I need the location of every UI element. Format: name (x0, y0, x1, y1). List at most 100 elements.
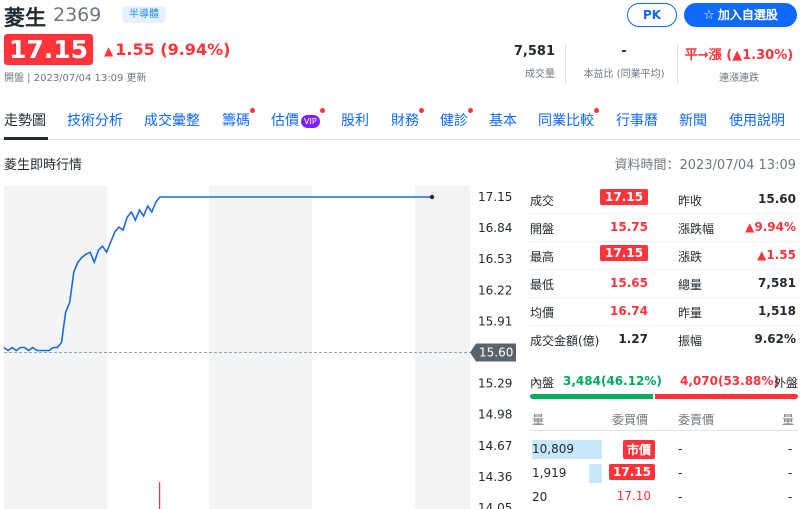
quote-row: 開盤 15.75 漲跌幅 ▲9.94% (530, 214, 800, 241)
stat-volume-label: 成交量 (525, 69, 555, 80)
quote-value: 7,581 (758, 276, 796, 290)
ask-volume: - (788, 466, 793, 480)
tab-help[interactable]: 使用說明 (729, 110, 785, 130)
price-change: ▲ 1.55 (9.94%) (104, 40, 230, 59)
tab-valuation[interactable]: 估價 VIP (271, 108, 325, 130)
y-tick-label: 16.84 (478, 221, 512, 235)
tab-label: 新聞 (679, 113, 707, 129)
tab-financials[interactable]: 財務 (391, 108, 424, 130)
ask-price: - (678, 442, 683, 456)
quote-row: 最高 17.15 漲跌 ▲1.55 (530, 242, 800, 269)
new-dot (594, 108, 599, 113)
orderbook-header-bid-price: 委買價 (612, 413, 649, 427)
divider (565, 44, 566, 84)
divider (677, 44, 678, 84)
quote-label: 開盤 (530, 222, 555, 236)
tab-label: 走勢圖 (4, 113, 46, 129)
quote-label: 總量 (678, 278, 703, 292)
orderbook-row: 20 17.10 - - (530, 486, 800, 509)
stat-streak: 平→漲 (▲1.30%) 連漲連跌 (682, 44, 796, 84)
quote-label: 振幅 (678, 334, 703, 348)
quote-label: 成交金額(億) (530, 334, 600, 348)
tab-label: 估價 (271, 113, 299, 129)
tab-label: 使用說明 (729, 113, 785, 129)
tab-label: 技術分析 (67, 113, 123, 129)
quote-row: 最低 15.65 總量 7,581 (530, 270, 800, 297)
orderbook-header-ask-price: 委賣價 (678, 413, 715, 427)
outer-label: 外盤 (773, 376, 798, 390)
stock-code: 2369 (53, 4, 102, 26)
add-watchlist-button[interactable]: ☆ 加入自選股 (684, 3, 797, 27)
sector-badge[interactable]: 半導體 (122, 6, 166, 23)
tab-label: 籌碼 (222, 113, 250, 129)
y-tick-label: 15.91 (478, 314, 512, 328)
bid-volume: 10,809 (532, 442, 574, 456)
quote-value: 15.75 (610, 220, 648, 234)
quote-value: ▲1.55 (757, 248, 796, 262)
tab-label: 同業比較 (538, 113, 594, 129)
tab-news[interactable]: 新聞 (679, 110, 707, 130)
new-dot (419, 108, 424, 113)
y-tick-label: 16.53 (478, 252, 512, 266)
tab-label: 行事曆 (616, 113, 658, 129)
current-price: 17.15 (4, 34, 93, 65)
y-tick-label: 14.36 (478, 470, 512, 484)
section-title: 菱生即時行情 (4, 158, 83, 173)
tab-basic[interactable]: 基本 (489, 110, 517, 130)
orderbook-header-bid-vol: 量 (532, 413, 545, 427)
quote-label: 昨收 (678, 194, 703, 208)
orderbook-header-ask-vol: 量 (782, 413, 795, 427)
tab-label: 財務 (391, 113, 419, 129)
inner-volume-bar (530, 394, 653, 399)
quote-label: 均價 (530, 306, 555, 320)
tab-label: 成交彙整 (144, 113, 200, 129)
y-tick-label: 15.60 (479, 346, 513, 360)
bid-price: 17.15 (609, 464, 655, 480)
bid-volume: 1,919 (532, 466, 567, 480)
ask-price: - (678, 466, 683, 480)
bid-volume: 20 (532, 490, 548, 504)
y-tick-label: 14.67 (478, 439, 512, 453)
stat-volume-value: 7,581 (513, 44, 555, 59)
orderbook-row: 1,919 17.15 - - (530, 462, 800, 486)
last-price-dot (429, 194, 435, 200)
inner-label: 內盤 (530, 376, 555, 390)
tab-trade-summary[interactable]: 成交彙整 (144, 110, 200, 130)
tab-peer-compare[interactable]: 同業比較 (538, 108, 599, 130)
tab-label: 健診 (440, 113, 468, 129)
tab-trend[interactable]: 走勢圖 (4, 110, 46, 130)
tab-chips[interactable]: 籌碼 (222, 108, 255, 130)
chart-band (415, 186, 470, 509)
quote-value: 17.15 (600, 189, 648, 205)
tab-calendar[interactable]: 行事曆 (616, 110, 658, 130)
intraday-chart[interactable]: 17.15 16.84 16.53 16.22 15.91 15.60 15.29 14.98… (0, 180, 520, 509)
quote-label: 漲跌幅 (678, 222, 715, 236)
tab-dividend[interactable]: 股利 (341, 110, 369, 130)
quote-label: 成交 (530, 194, 555, 208)
star-icon: ☆ (703, 8, 715, 23)
quote-value: 1,518 (758, 304, 796, 318)
tab-label: 基本 (489, 113, 517, 129)
stat-streak-value: 平→漲 (▲1.30%) (684, 48, 794, 63)
stat-streak-label: 連漲連跌 (719, 73, 759, 84)
quote-label: 漲跌 (678, 250, 703, 264)
quote-row: 均價 16.74 昨量 1,518 (530, 298, 800, 325)
bid-price: 市價 (622, 440, 655, 459)
orderbook-row: 10,809 市價 - - (530, 438, 800, 462)
orderbook-divider (530, 430, 798, 431)
pk-button[interactable]: PK (627, 3, 677, 27)
quote-value: 9.62% (754, 332, 796, 346)
update-timestamp: 開盤 | 2023/07/04 13:09 更新 (4, 73, 147, 84)
stock-header: 菱生 2369 半導體 PK ☆ 加入自選股 17.15 ▲ 1.55 (9.94%… (0, 0, 800, 100)
tab-technical[interactable]: 技術分析 (67, 110, 123, 130)
chart-band (209, 186, 312, 509)
data-time: 資料時間：2023/07/04 13:09 (614, 158, 796, 173)
y-tick-label: 17.15 (478, 190, 512, 204)
stat-pe-label: 本益比 (同業平均) (583, 69, 665, 80)
outer-value: 4,070(53.88%) (680, 374, 779, 388)
tab-health[interactable]: 健診 (440, 108, 473, 130)
quote-row: 成交 17.15 昨收 15.60 (530, 186, 800, 213)
ask-volume: - (788, 442, 793, 456)
quote-value: 1.27 (618, 332, 648, 346)
bid-price: 17.10 (616, 489, 651, 503)
